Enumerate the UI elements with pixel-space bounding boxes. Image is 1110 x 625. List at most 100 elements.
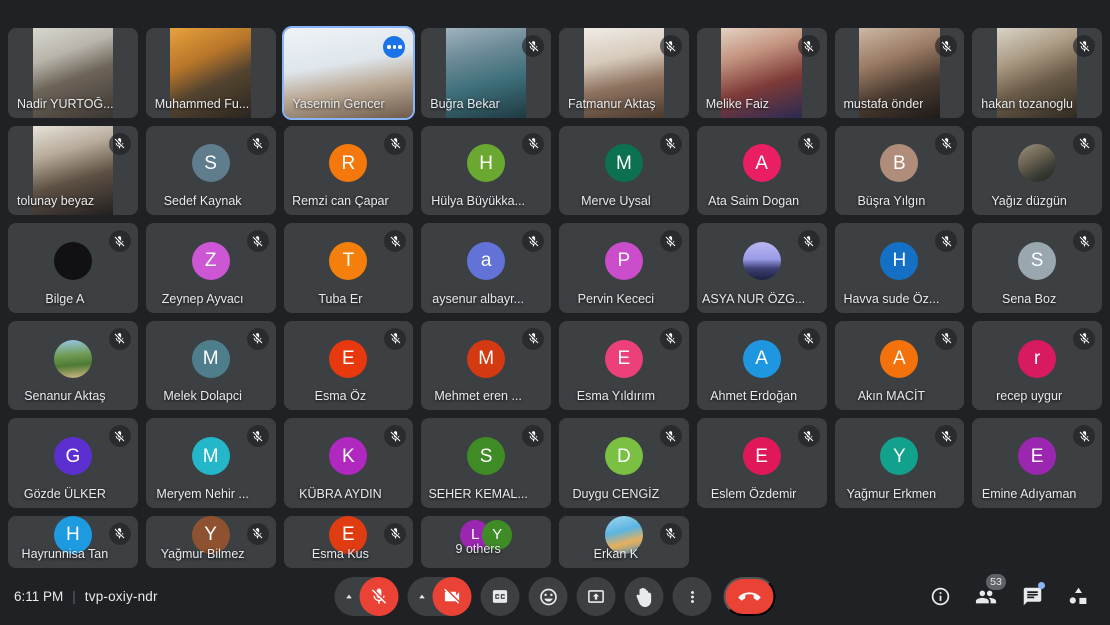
- mic-off-icon: [1079, 40, 1089, 51]
- participant-tile[interactable]: M Meryem Nehir ...: [145, 418, 276, 508]
- participant-name: Merve Uysal: [581, 194, 651, 209]
- avatar: M: [191, 437, 230, 476]
- avatar: D: [604, 437, 643, 476]
- mic-options-caret[interactable]: [339, 577, 359, 616]
- participant-name: Yağmur Bilmez: [160, 547, 245, 561]
- camera-toggle-button[interactable]: [432, 577, 472, 616]
- mic-off-icon: [114, 235, 125, 247]
- participant-tile[interactable]: T Tuba Er: [283, 223, 414, 313]
- participant-tile[interactable]: E Esma Kus: [283, 515, 414, 568]
- participant-tile[interactable]: tolunay beyaz: [8, 125, 138, 216]
- participant-tile[interactable]: Nadir YURTOĞ...: [8, 28, 138, 118]
- participant-tile[interactable]: D Duygu CENGİZ: [559, 418, 689, 508]
- camera-options-caret[interactable]: [412, 577, 432, 616]
- participant-tile[interactable]: Fatmanur Aktaş: [559, 28, 689, 118]
- avatar: E: [604, 339, 643, 378]
- participant-tile[interactable]: B Büşra Yılgın: [834, 125, 965, 216]
- participant-tile[interactable]: LY9 others: [421, 515, 551, 568]
- mic-muted-indicator: [108, 522, 131, 545]
- participant-tile[interactable]: H Hülya Büyükka...: [421, 125, 551, 216]
- participant-tile[interactable]: A Ahmet Erdoğan: [696, 320, 827, 411]
- participant-tile[interactable]: E Emine Adıyaman: [972, 418, 1102, 508]
- participant-tile[interactable]: Z Zeynep Ayvacı: [145, 223, 276, 313]
- mic-muted-indicator: [108, 132, 131, 155]
- participant-name: Hayrunnisa Tan: [21, 547, 109, 561]
- participant-name: aysenur albayr...: [432, 291, 524, 306]
- mic-muted-indicator: [1073, 425, 1095, 448]
- chat-button[interactable]: [1014, 579, 1050, 615]
- captions-button[interactable]: [480, 577, 520, 616]
- participant-tile[interactable]: S Sena Boz: [972, 223, 1102, 313]
- participant-tile[interactable]: Yağız düzgün: [972, 125, 1102, 216]
- meeting-details-button[interactable]: [922, 579, 958, 615]
- video-off-icon: [444, 588, 460, 604]
- participant-tile[interactable]: Yasemin Gencer: [281, 26, 416, 120]
- participant-tile[interactable]: G Gözde ÜLKER: [8, 418, 138, 508]
- participant-tile[interactable]: E Esma Öz: [283, 320, 414, 411]
- participant-tile[interactable]: Bilge A: [8, 223, 138, 313]
- mic-muted-indicator: [1073, 132, 1095, 155]
- mic-off-icon: [390, 430, 401, 442]
- mic-off-icon: [114, 528, 125, 539]
- meeting-code[interactable]: tvp-oxiy-ndr: [85, 589, 158, 604]
- mic-off-icon: [665, 40, 676, 51]
- avatar: A: [742, 144, 781, 183]
- avatar-photo: [53, 339, 92, 378]
- participant-tile[interactable]: E Eslem Özdemir: [696, 418, 827, 508]
- mic-muted-indicator: [659, 425, 682, 448]
- mic-off-icon: [114, 138, 125, 149]
- participant-tile[interactable]: R Remzi can Çapar: [283, 125, 414, 216]
- participant-tile[interactable]: ASYA NUR ÖZG...: [696, 223, 827, 313]
- mic-muted-indicator: [522, 327, 544, 350]
- participant-tile[interactable]: Senanur Aktaş: [8, 320, 138, 411]
- participant-tile[interactable]: Erkan K: [559, 515, 689, 568]
- participant-tile[interactable]: mustafa önder: [834, 28, 965, 118]
- avatar: B: [880, 144, 919, 183]
- mic-off-icon: [252, 138, 263, 149]
- participant-tile[interactable]: E Esma Yıldırım: [559, 320, 689, 411]
- reactions-button[interactable]: [528, 577, 568, 616]
- participant-tile[interactable]: M Merve Uysal: [559, 125, 689, 216]
- participant-tile[interactable]: hakan tozanoglu: [972, 28, 1102, 118]
- participant-tile[interactable]: A Ata Saim Dogan: [696, 125, 827, 216]
- participant-tile[interactable]: S Sedef Kaynak: [145, 125, 276, 216]
- participant-tile[interactable]: S SEHER KEMAL...: [421, 418, 551, 508]
- mic-muted-indicator: [659, 132, 682, 155]
- participant-name: 9 others: [455, 542, 501, 556]
- activities-button[interactable]: [1060, 579, 1096, 615]
- participant-tile[interactable]: A Akın MACİT: [834, 320, 965, 411]
- mic-off-icon: [803, 235, 814, 247]
- mic-muted-indicator: [659, 35, 682, 57]
- mic-off-icon: [528, 138, 538, 149]
- show-everyone-button[interactable]: 53: [968, 573, 1006, 615]
- participant-name: Muhammed Fu...: [154, 96, 250, 111]
- raise-hand-button[interactable]: [624, 577, 664, 616]
- avatar: M: [467, 339, 506, 378]
- mic-muted-indicator: [659, 327, 682, 350]
- participant-tile[interactable]: P Pervin Kececi: [559, 223, 689, 313]
- participant-tile[interactable]: Muhammed Fu...: [145, 28, 276, 118]
- mic-muted-indicator: [384, 327, 407, 350]
- participant-tile[interactable]: a aysenur albayr...: [421, 223, 551, 313]
- meeting-window: Nadir YURTOĞ... Muhammed Fu... Yasemin Gen…: [0, 0, 1110, 625]
- mic-muted-indicator: [1073, 327, 1095, 350]
- participant-tile[interactable]: Melike Faiz: [696, 28, 827, 118]
- more-options-button[interactable]: [672, 577, 712, 616]
- avatar: M: [604, 144, 643, 183]
- participant-tile[interactable]: H Hayrunnisa Tan: [8, 515, 138, 568]
- participant-tile[interactable]: r recep uygur: [972, 320, 1102, 411]
- mic-muted-indicator: [246, 425, 269, 448]
- mic-muted-indicator: [246, 327, 269, 350]
- participant-name: Eslem Özdemir: [710, 486, 797, 501]
- participant-tile[interactable]: K KÜBRA AYDIN: [283, 418, 414, 508]
- present-screen-button[interactable]: [576, 577, 616, 616]
- mic-toggle-button[interactable]: [359, 577, 399, 616]
- participant-tile[interactable]: Y Yağmur Bilmez: [145, 515, 276, 568]
- participant-tile[interactable]: Y Yağmur Erkmen: [834, 418, 965, 508]
- participant-tile[interactable]: H Havva sude Öz...: [834, 223, 965, 313]
- end-call-button[interactable]: [723, 577, 776, 616]
- participant-tile[interactable]: M Melek Dolapci: [145, 320, 276, 411]
- avatar-photo: [1018, 144, 1057, 183]
- participant-tile[interactable]: Buğra Bekar: [421, 28, 551, 118]
- participant-tile[interactable]: M Mehmet eren ...: [421, 320, 551, 411]
